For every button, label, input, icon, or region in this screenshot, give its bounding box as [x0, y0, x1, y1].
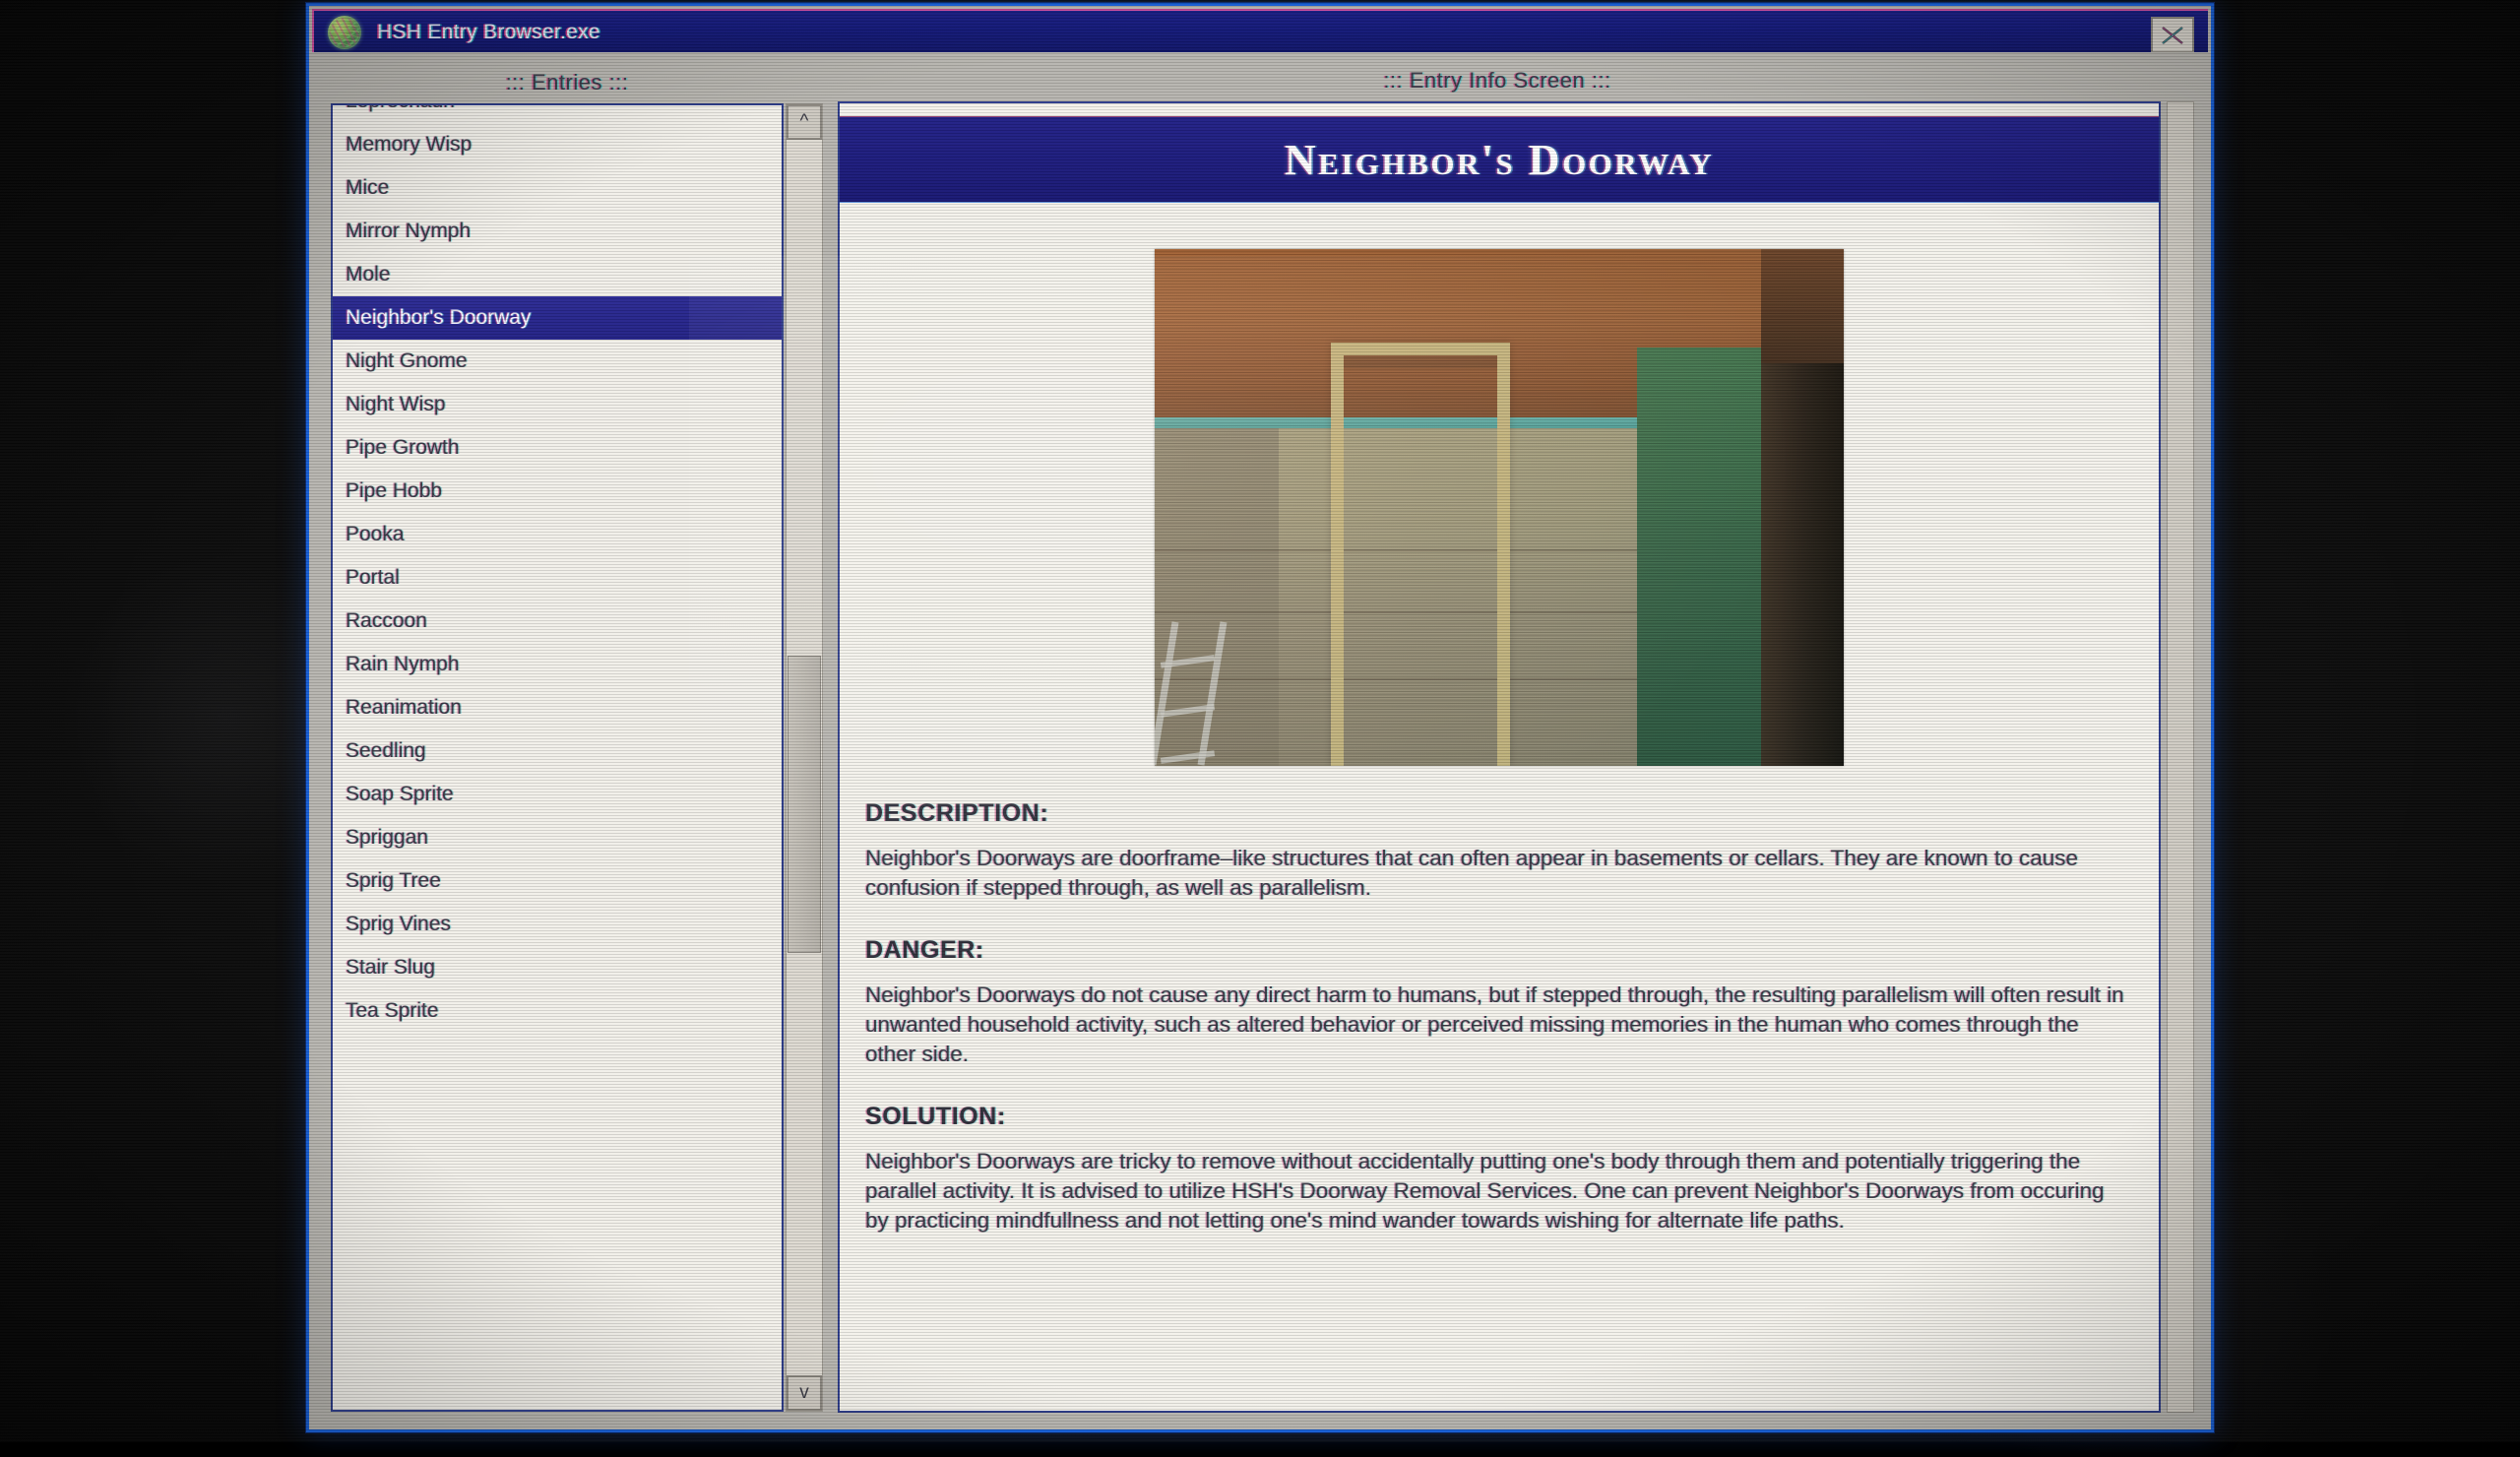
list-item[interactable]: Sprig Tree	[333, 859, 782, 903]
list-item[interactable]: Pipe Hobb	[333, 470, 782, 513]
crt-screen-background: HSH Entry Browser.exe ::: Entries ::: ::…	[0, 0, 2520, 1457]
section-heading: DESCRIPTION:	[865, 799, 1049, 827]
application-window: HSH Entry Browser.exe ::: Entries ::: ::…	[306, 3, 2214, 1432]
list-item[interactable]: Reanimation	[333, 686, 782, 729]
entry-info-panel: Neighbor's Doorway DESCRIPTION: Neighbor…	[838, 101, 2161, 1413]
info-panel-scrollbar[interactable]	[2167, 101, 2194, 1413]
scroll-up-button[interactable]: ^	[787, 104, 822, 140]
entry-title: Neighbor's Doorway	[1284, 135, 1715, 184]
list-item[interactable]: Night Wisp	[333, 383, 782, 426]
list-item[interactable]: Sprig Vines	[333, 903, 782, 946]
photo-scanline-grain	[1155, 249, 1844, 766]
list-item[interactable]: Mice	[333, 166, 782, 210]
list-item[interactable]: Mirror Nymph	[333, 210, 782, 253]
list-item[interactable]: Leprechaun	[333, 105, 782, 123]
entries-list-inner: LeprechaunMemory WispMiceMirror NymphMol…	[333, 105, 782, 1033]
entry-section: DESCRIPTION: Neighbor's Doorways are door…	[865, 799, 2159, 903]
window-body: ::: Entries ::: ::: Entry Info Screen ::…	[312, 52, 2208, 1426]
section-heading: DANGER:	[865, 936, 984, 964]
list-item[interactable]: Tea Sprite	[333, 989, 782, 1033]
scrollbar-thumb[interactable]	[788, 656, 821, 953]
title-bar: HSH Entry Browser.exe	[312, 9, 2208, 54]
scroll-down-button[interactable]: v	[787, 1375, 822, 1411]
list-item[interactable]: Pooka	[333, 513, 782, 556]
list-item[interactable]: Spriggan	[333, 816, 782, 859]
close-icon	[2162, 26, 2183, 44]
list-item[interactable]: Neighbor's Doorway	[333, 296, 782, 340]
list-item[interactable]: Mole	[333, 253, 782, 296]
list-item[interactable]: Pipe Growth	[333, 426, 782, 470]
entry-title-banner: Neighbor's Doorway	[840, 116, 2159, 203]
list-item[interactable]: Raccoon	[333, 600, 782, 643]
entry-section: SOLUTION: Neighbor's Doorways are tricky …	[865, 1103, 2159, 1235]
entry-sections: DESCRIPTION: Neighbor's Doorways are door…	[840, 799, 2159, 1235]
section-body: Neighbor's Doorways do not cause any dir…	[865, 982, 2124, 1066]
info-panel-title: ::: Entry Info Screen :::	[1383, 68, 1611, 93]
list-item[interactable]: Stair Slug	[333, 946, 782, 989]
section-heading: SOLUTION:	[865, 1103, 1006, 1130]
entry-section: DANGER: Neighbor's Doorways do not cause …	[865, 936, 2159, 1069]
entry-photo	[1155, 249, 1844, 766]
entries-panel-title: ::: Entries :::	[505, 70, 629, 95]
list-item[interactable]: Memory Wisp	[333, 123, 782, 166]
section-body: Neighbor's Doorways are tricky to remove…	[865, 1149, 2105, 1233]
globe-icon	[328, 16, 361, 49]
entries-scrollbar[interactable]: ^ v	[786, 103, 823, 1412]
window-title: HSH Entry Browser.exe	[377, 21, 600, 43]
list-item[interactable]: Soap Sprite	[333, 773, 782, 816]
section-body: Neighbor's Doorways are doorframe–like s…	[865, 846, 2079, 900]
list-item[interactable]: Portal	[333, 556, 782, 600]
close-button[interactable]	[2151, 17, 2194, 53]
list-item[interactable]: Night Gnome	[333, 340, 782, 383]
list-item[interactable]: Seedling	[333, 729, 782, 773]
entries-list[interactable]: LeprechaunMemory WispMiceMirror NymphMol…	[331, 103, 784, 1412]
list-item[interactable]: Rain Nymph	[333, 643, 782, 686]
